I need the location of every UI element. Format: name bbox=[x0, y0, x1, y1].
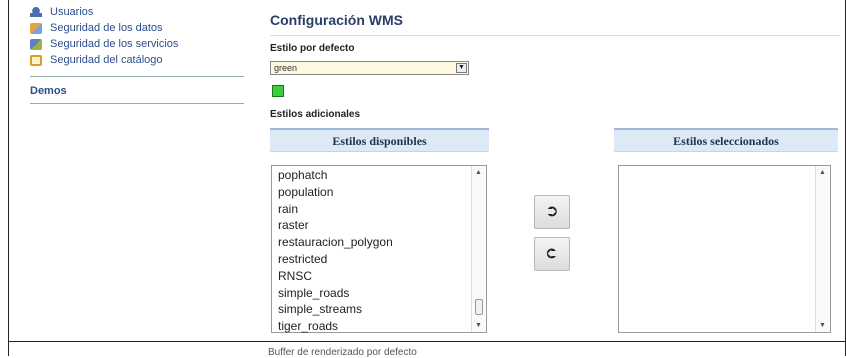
sidebar-item-data-security[interactable]: Seguridad de los datos bbox=[30, 20, 246, 36]
sidebar: Usuarios Seguridad de los datos Segurida… bbox=[30, 4, 246, 104]
available-list-scrollbar[interactable]: ▲ ▼ bbox=[471, 166, 486, 332]
scroll-down-icon[interactable]: ▼ bbox=[475, 322, 482, 329]
list-item[interactable]: pophatch bbox=[278, 167, 393, 184]
list-item[interactable]: restricted bbox=[278, 251, 393, 268]
title-divider bbox=[270, 35, 840, 36]
chevron-down-icon[interactable]: ▼ bbox=[456, 63, 467, 73]
list-item[interactable]: simple_streams bbox=[278, 301, 393, 318]
remove-style-button[interactable]: ➲ bbox=[534, 237, 570, 271]
sidebar-item-users[interactable]: Usuarios bbox=[30, 4, 246, 20]
arrow-right-icon: ➲ bbox=[545, 203, 559, 220]
frame-left-border bbox=[8, 0, 9, 356]
sidebar-divider bbox=[30, 103, 244, 104]
list-item[interactable]: population bbox=[278, 184, 393, 201]
additional-styles-label: Estilos adicionales bbox=[270, 109, 361, 120]
list-item[interactable]: tiger_roads bbox=[278, 318, 393, 335]
available-styles-header: Estilos disponibles bbox=[270, 128, 489, 152]
sidebar-item-catalog-security[interactable]: Seguridad del catálogo bbox=[30, 52, 246, 68]
frame-bottom-border bbox=[8, 341, 846, 342]
scroll-thumb[interactable] bbox=[475, 299, 483, 315]
sidebar-item-services-security[interactable]: Seguridad de los servicios bbox=[30, 36, 246, 52]
render-buffer-label: Buffer de renderizado por defecto bbox=[268, 347, 417, 358]
page-title: Configuración WMS bbox=[270, 12, 403, 28]
selected-list-scrollbar[interactable]: ▲ ▼ bbox=[815, 166, 830, 332]
scroll-up-icon[interactable]: ▲ bbox=[475, 169, 482, 176]
list-item[interactable]: simple_roads bbox=[278, 285, 393, 302]
sidebar-item-label: Seguridad de los servicios bbox=[50, 38, 179, 50]
scroll-up-icon[interactable]: ▲ bbox=[819, 169, 826, 176]
sidebar-item-label: Usuarios bbox=[50, 6, 94, 18]
add-style-button[interactable]: ➲ bbox=[534, 195, 570, 229]
default-style-value: green bbox=[274, 63, 298, 73]
catalog-security-icon bbox=[30, 54, 42, 66]
services-security-icon bbox=[30, 38, 42, 50]
selected-styles-header: Estilos seleccionados bbox=[614, 128, 838, 152]
list-item[interactable]: RNSC bbox=[278, 268, 393, 285]
sidebar-item-demos[interactable]: Demos bbox=[30, 83, 246, 99]
default-style-select[interactable]: green ▼ bbox=[270, 61, 469, 75]
available-styles-items: pophatch population rain raster restaura… bbox=[278, 167, 393, 335]
data-security-icon bbox=[30, 22, 42, 34]
sidebar-divider bbox=[30, 76, 244, 77]
default-style-label: Estilo por defecto bbox=[270, 43, 355, 54]
arrow-left-icon: ➲ bbox=[545, 245, 559, 262]
list-item[interactable]: raster bbox=[278, 217, 393, 234]
users-icon bbox=[30, 6, 42, 18]
list-item[interactable]: restauracion_polygon bbox=[278, 234, 393, 251]
style-color-swatch bbox=[272, 85, 284, 97]
scroll-down-icon[interactable]: ▼ bbox=[819, 322, 826, 329]
sidebar-item-label: Seguridad del catálogo bbox=[50, 54, 163, 66]
list-item[interactable]: rain bbox=[278, 201, 393, 218]
available-styles-list[interactable]: pophatch population rain raster restaura… bbox=[271, 165, 487, 333]
selected-styles-list[interactable]: ▲ ▼ bbox=[618, 165, 831, 333]
sidebar-item-label: Seguridad de los datos bbox=[50, 22, 163, 34]
